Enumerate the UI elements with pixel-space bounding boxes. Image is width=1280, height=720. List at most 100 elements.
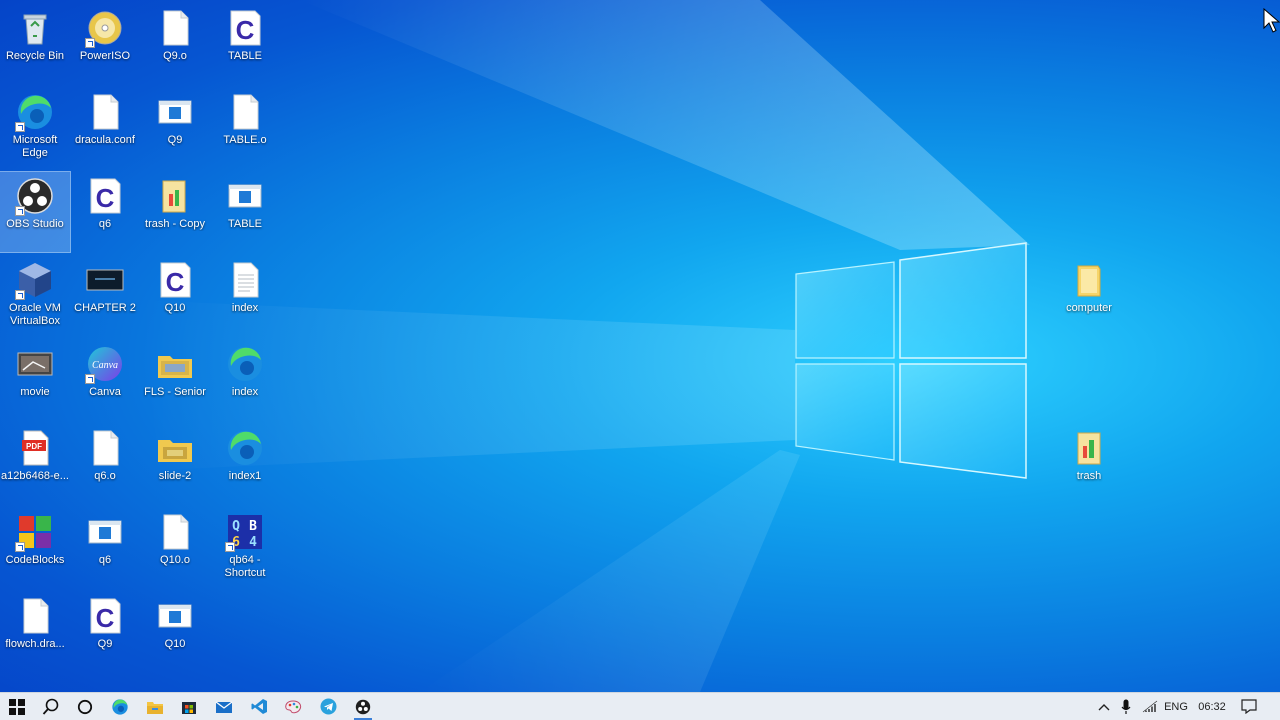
obs-icon (355, 699, 371, 714)
desktop-icon-dracula-conf[interactable]: dracula.conf (70, 88, 140, 168)
app-window-icon (158, 100, 192, 124)
desktop-icon-flowch-dra[interactable]: flowch.dra... (0, 592, 70, 672)
edge-icon (228, 347, 262, 381)
cortana-circle-icon (77, 699, 93, 714)
desktop-icon-fls-senior[interactable]: FLS - Senior (140, 340, 210, 420)
desktop-icon-label: trash (1076, 470, 1102, 482)
desktop-icon-recycle-bin[interactable]: Recycle Bin (0, 4, 70, 84)
taskbar-mail[interactable] (207, 693, 241, 720)
file-icon (163, 10, 189, 46)
desktop-icon-table-exe[interactable]: TABLE (210, 172, 280, 252)
desktop-icon-q6-c[interactable]: C q6 (70, 172, 140, 252)
language-indicator[interactable]: ENG (1162, 693, 1190, 720)
desktop-icon-label: Q10 (164, 302, 186, 314)
file-icon (163, 514, 189, 550)
desktop-icon-q6-exe[interactable]: q6 (70, 508, 140, 588)
desktop-icon-label: FLS - Senior (144, 386, 206, 398)
desktop-icon-index-html[interactable]: index (210, 340, 280, 420)
file-icon (23, 598, 49, 634)
desktop-icon-computer[interactable]: computer (1054, 256, 1124, 336)
desktop-icon-codeblocks[interactable]: CodeBlocks (0, 508, 70, 588)
paint-icon (285, 699, 302, 713)
desktop-icon-q6-o[interactable]: q6.o (70, 424, 140, 504)
taskbar-vscode[interactable] (242, 693, 276, 720)
cortana-button[interactable] (68, 693, 102, 720)
desktop-icon-index-txt[interactable]: index (210, 256, 280, 336)
folder-icon (1077, 265, 1101, 297)
file-icon (93, 430, 119, 466)
notifications-button[interactable] (1236, 693, 1262, 720)
desktop-icon-label: a12b6468-e... (1, 470, 69, 482)
desktop-icon-label: movie (20, 386, 50, 398)
taskbar-obs[interactable] (346, 693, 380, 720)
svg-text:PDF: PDF (26, 442, 42, 451)
store-icon (182, 701, 196, 714)
desktop-icon-label: Q10 (164, 638, 186, 650)
desktop-icon-label: q6.o (94, 470, 116, 482)
desktop-icon-oracle-vm-virtualbox[interactable]: Oracle VM VirtualBox (0, 256, 70, 336)
desktop-icon-label: Oracle VM VirtualBox (9, 302, 61, 327)
microphone-icon (1121, 699, 1131, 714)
desktop-icon-q10-exe[interactable]: Q10 (140, 592, 210, 672)
desktop-icon-label: index (231, 302, 259, 314)
desktop-icon-chapter-2[interactable]: CHAPTER 2 (70, 256, 140, 336)
taskbar-edge[interactable] (103, 693, 137, 720)
app-window-icon (158, 604, 192, 628)
desktop-icon-table-c[interactable]: C TABLE (210, 4, 280, 84)
desktop-icon-movie[interactable]: movie (0, 340, 70, 420)
svg-text:C: C (96, 603, 115, 633)
vscode-icon (251, 699, 267, 714)
desktop-icon-label: qb64 - Shortcut (224, 554, 266, 579)
desktop-icon-pdf[interactable]: PDF a12b6468-e... (0, 424, 70, 504)
desktop-icon-poweriso[interactable]: PowerISO (70, 4, 140, 84)
svg-text:C: C (166, 267, 185, 297)
search-icon (42, 698, 59, 715)
desktop-icon-trash-copy[interactable]: trash - Copy (140, 172, 210, 252)
desktop-icon-label: q6 (98, 554, 112, 566)
svg-text:B: B (249, 519, 257, 534)
desktop-icon-qb64-shortcut[interactable]: QB64 qb64 - Shortcut (210, 508, 280, 588)
chevron-up-icon (1098, 703, 1110, 710)
video-thumbnail-icon (86, 269, 124, 291)
desktop-icon-label: TABLE (227, 218, 263, 230)
network-tray-button[interactable] (1139, 693, 1161, 720)
taskbar-file-explorer[interactable] (138, 693, 172, 720)
desktop-icon-q9-c[interactable]: C Q9 (70, 592, 140, 672)
edge-icon (228, 431, 262, 465)
desktop[interactable]: Recycle Bin Microsoft Edge OBS Studio Or… (0, 0, 1280, 692)
desktop-icon-label: TABLE.o (223, 134, 267, 146)
desktop-icon-q9-exe[interactable]: Q9 (140, 88, 210, 168)
desktop-icon-label: dracula.conf (75, 134, 135, 146)
desktop-icon-q10-o[interactable]: Q10.o (140, 508, 210, 588)
desktop-icon-q9-o[interactable]: Q9.o (140, 4, 210, 84)
desktop-icon-label: q6 (98, 218, 112, 230)
taskbar-telegram[interactable] (311, 693, 345, 720)
desktop-icon-label: Q9 (97, 638, 113, 650)
desktop-icon-table-o[interactable]: TABLE.o (210, 88, 280, 168)
wifi-icon (1142, 700, 1158, 712)
text-file-icon (233, 262, 259, 298)
taskbar-store[interactable] (172, 693, 206, 720)
c-file-icon: C (230, 10, 261, 46)
desktop-icon-index1[interactable]: index1 (210, 424, 280, 504)
desktop-icon-label: index (231, 386, 259, 398)
start-button[interactable] (0, 693, 34, 720)
pdf-icon: PDF (22, 430, 49, 466)
taskbar-paint[interactable] (276, 693, 310, 720)
desktop-icon-microsoft-edge[interactable]: Microsoft Edge (0, 88, 70, 168)
search-button[interactable] (34, 693, 68, 720)
file-icon (93, 94, 119, 130)
app-window-icon (88, 520, 122, 544)
desktop-icon-label: TABLE (227, 50, 263, 62)
clock[interactable]: 06:32 (1194, 693, 1230, 720)
desktop-icon-slide-2[interactable]: slide-2 (140, 424, 210, 504)
windows-start-icon (9, 698, 25, 715)
desktop-icon-canva[interactable]: Canva Canva (70, 340, 140, 420)
show-hidden-icons-button[interactable] (1094, 693, 1114, 720)
desktop-icon-q10-c[interactable]: C Q10 (140, 256, 210, 336)
desktop-icon-obs-studio[interactable]: OBS Studio (0, 171, 71, 253)
desktop-icon-label: index1 (228, 470, 262, 482)
desktop-icon-label: slide-2 (158, 470, 192, 482)
microphone-tray-button[interactable] (1116, 693, 1136, 720)
desktop-icon-trash[interactable]: trash (1054, 424, 1124, 504)
